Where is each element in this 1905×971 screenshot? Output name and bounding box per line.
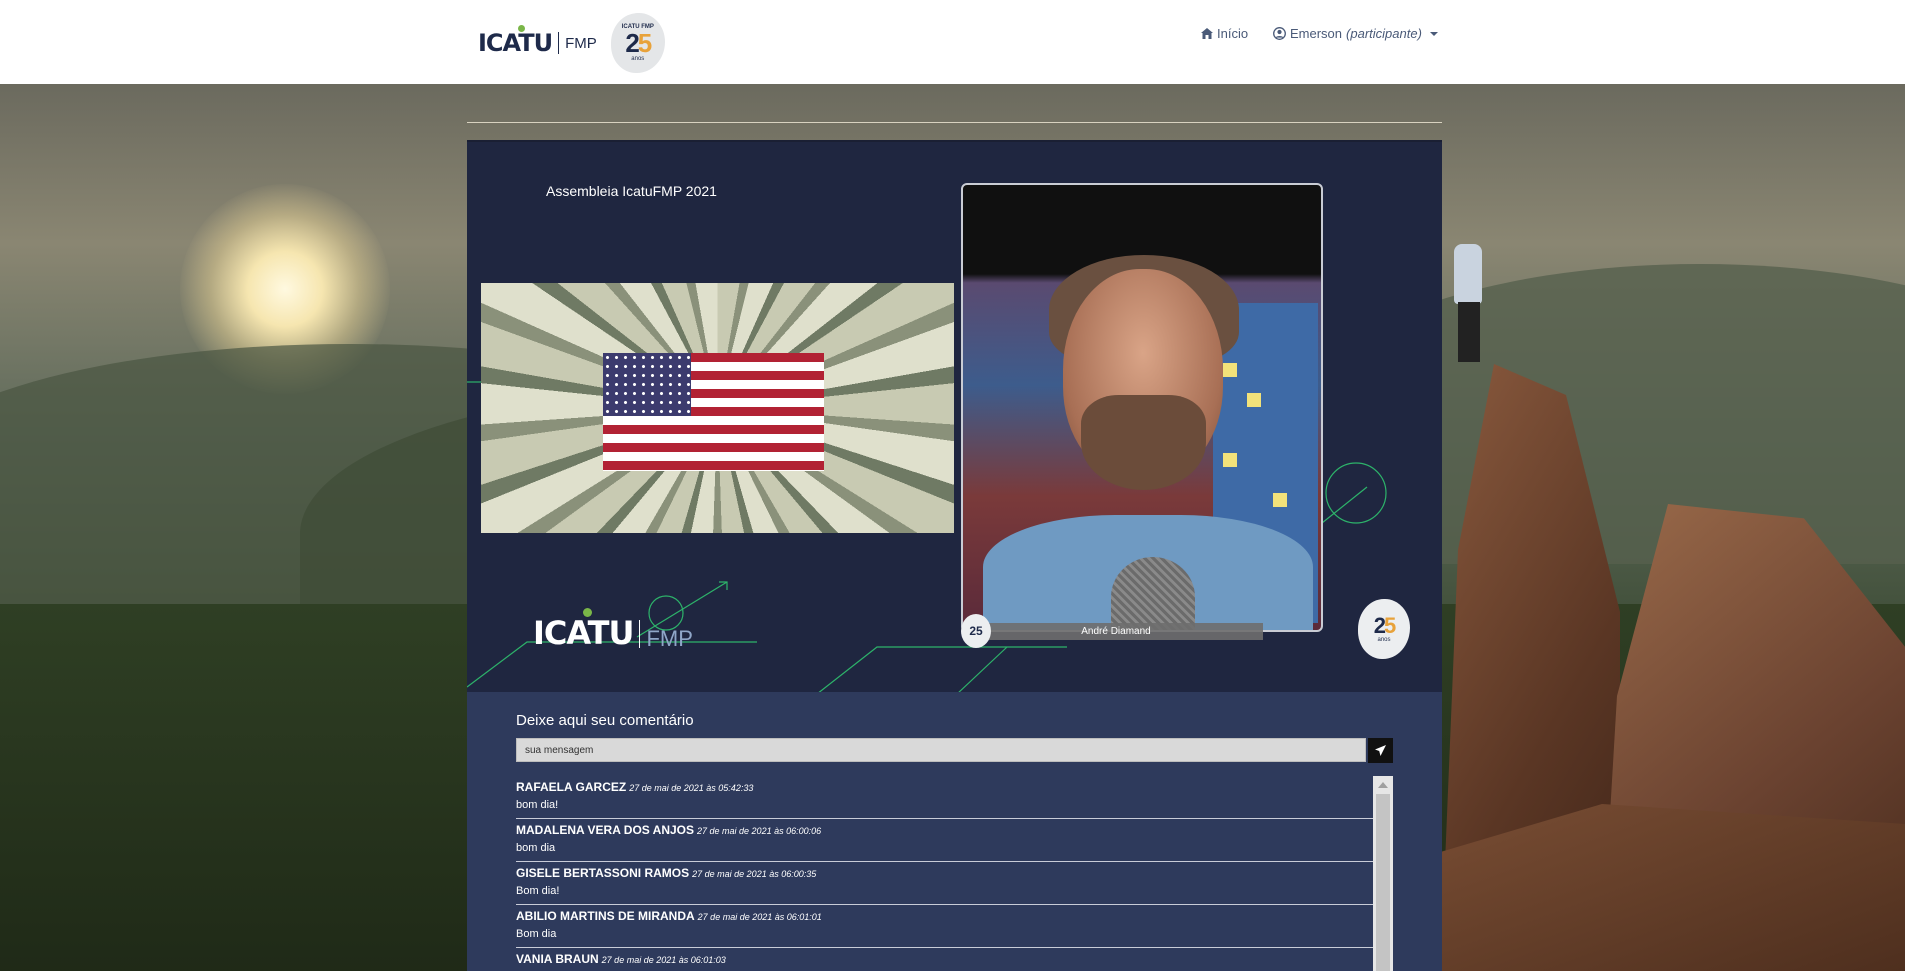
comment-item: ABILIO MARTINS DE MIRANDA 27 de mai de 20… (516, 905, 1375, 948)
logo-separator (558, 32, 560, 54)
comment-item: GISELE BERTASSONI RAMOS 27 de mai de 2021… (516, 862, 1375, 905)
badge-anos: anos (631, 56, 645, 62)
comment-author: ABILIO MARTINS DE MIRANDA (516, 909, 695, 923)
comments-scrollbar[interactable] (1373, 776, 1393, 971)
video-anniversary-badge: 25 anos (1358, 599, 1410, 659)
user-role: (participante) (1346, 26, 1422, 41)
caret-down-icon (1429, 31, 1438, 36)
comment-timestamp: 27 de mai de 2021 às 06:00:06 (697, 826, 822, 836)
speaker-camera (961, 183, 1323, 632)
speaker-name-tag: André Diamand (969, 623, 1263, 640)
speaker-beard (1081, 395, 1206, 490)
user-circle-icon (1273, 27, 1286, 40)
message-input[interactable] (516, 738, 1366, 762)
comment-timestamp: 27 de mai de 2021 às 06:00:35 (692, 869, 817, 879)
video-icatu-logo: ICATU FMP (533, 608, 693, 652)
microphone (1111, 557, 1195, 630)
comment-item: RAFAELA GARCEZ 27 de mai de 2021 às 05:42… (516, 776, 1375, 819)
brand-logo[interactable]: ICATU FMP ICATU FMP 25 anos (478, 12, 665, 74)
climber-figure (1448, 244, 1492, 364)
comment-text: bom dia (516, 842, 556, 854)
logo-icatu: ICATU (478, 25, 553, 57)
comment-author: VANIA BRAUN (516, 952, 599, 966)
anniversary-badge: ICATU FMP 25 anos (610, 13, 665, 73)
comment-author: MADALENA VERA DOS ANJOS (516, 823, 695, 837)
scroll-thumb[interactable] (1376, 794, 1390, 971)
us-flag (603, 353, 824, 471)
logo-dot (518, 25, 525, 32)
send-icon (1375, 745, 1386, 756)
badge-number: 25 (625, 28, 652, 58)
comments-title: Deixe aqui seu comentário (516, 712, 694, 729)
nav-home-link[interactable]: Início (1201, 26, 1248, 41)
comments-panel: Deixe aqui seu comentário RAFAELA GARCEZ… (467, 692, 1442, 971)
logo-fmp: FMP (565, 34, 597, 52)
content-divider (467, 122, 1442, 123)
comment-timestamp: 27 de mai de 2021 às 06:01:01 (697, 912, 822, 922)
badge-anos: anos (1377, 637, 1391, 643)
comment-text: Bom dia! (516, 885, 560, 897)
comment-timestamp: 27 de mai de 2021 às 06:01:03 (601, 955, 726, 965)
comment-author: GISELE BERTASSONI RAMOS (516, 866, 690, 880)
video-player[interactable]: Assembleia IcatuFMP 2021 André Diamand 2… (467, 140, 1442, 694)
comments-list[interactable]: RAFAELA GARCEZ 27 de mai de 2021 às 05:42… (516, 776, 1393, 971)
nav-home-label: Início (1217, 26, 1249, 41)
user-menu-dropdown[interactable]: Emerson (participante) (1273, 26, 1438, 41)
comment-timestamp: 27 de mai de 2021 às 05:42:33 (629, 783, 754, 793)
comment-author: RAFAELA GARCEZ (516, 780, 627, 794)
top-navbar: ICATU FMP ICATU FMP 25 anos Início Emers… (0, 0, 1905, 84)
send-button[interactable] (1368, 738, 1393, 763)
comment-item: VANIA BRAUN 27 de mai de 2021 às 06:01:03 (516, 948, 1375, 971)
home-icon (1201, 28, 1213, 39)
money-flag-image (481, 283, 954, 533)
scroll-up-arrow-icon[interactable] (1378, 782, 1388, 788)
comment-item: MADALENA VERA DOS ANJOS 27 de mai de 2021… (516, 819, 1375, 862)
stream-title: Assembleia IcatuFMP 2021 (546, 183, 717, 199)
comment-text: bom dia! (516, 799, 559, 811)
user-name: Emerson (1290, 26, 1343, 41)
cam-badge: 25 (961, 614, 991, 648)
comment-text: Bom dia (516, 928, 557, 940)
badge-number: 25 (1373, 613, 1397, 638)
